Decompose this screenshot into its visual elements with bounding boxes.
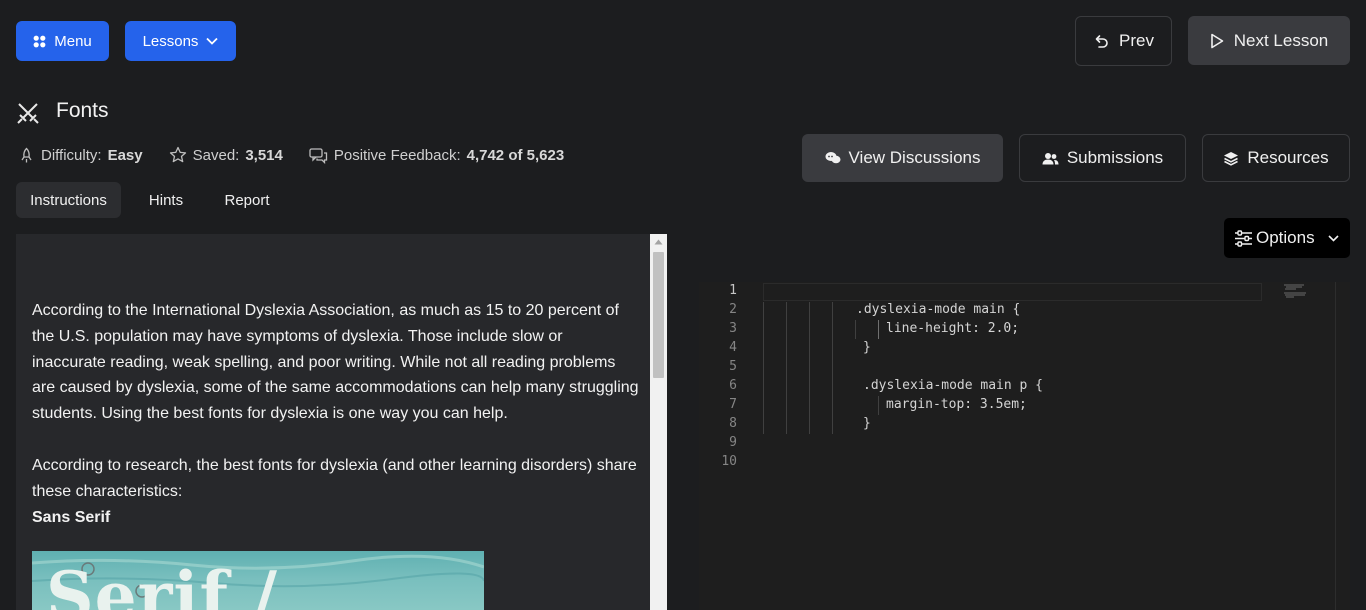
tab-report[interactable]: Report xyxy=(211,182,283,218)
code-text: line-height: 2.0; xyxy=(886,321,1020,336)
line-number: 9 xyxy=(729,435,737,450)
saved-label: Saved: xyxy=(192,146,240,164)
code-line: 5 xyxy=(699,359,1350,378)
chat-icon xyxy=(825,152,841,164)
code-editor[interactable]: 1 2 .dyslexia-mode main { 3 line-height:… xyxy=(699,282,1350,610)
line-number: 2 xyxy=(729,302,737,317)
view-discussions-label: View Discussions xyxy=(848,148,981,167)
scrollbar-thumb[interactable] xyxy=(653,252,664,378)
line-number: 5 xyxy=(729,359,737,374)
code-text: margin-top: 3.5em; xyxy=(886,397,1027,412)
options-button[interactable]: Options xyxy=(1224,218,1350,258)
star-icon xyxy=(169,146,186,163)
prev-button[interactable]: Prev xyxy=(1075,16,1172,66)
chevron-down-icon xyxy=(1328,234,1339,242)
menu-label: Menu xyxy=(54,32,92,50)
users-icon xyxy=(1042,152,1059,164)
line-number: 1 xyxy=(729,283,737,298)
difficulty-label: Difficulty: xyxy=(41,146,102,164)
next-lesson-button[interactable]: Next Lesson xyxy=(1188,16,1350,65)
line-number: 4 xyxy=(729,340,737,355)
code-line: 3 line-height: 2.0; xyxy=(699,321,1350,340)
code-line: 4 } xyxy=(699,340,1350,359)
lessons-dropdown[interactable]: Lessons xyxy=(125,21,236,61)
code-line: 6 .dyslexia-mode main p { xyxy=(699,378,1350,397)
line-number: 3 xyxy=(729,321,737,336)
code-text: .dyslexia-mode main { xyxy=(856,302,1021,317)
crossed-swords-icon xyxy=(17,103,39,124)
saved-value: 3,514 xyxy=(245,146,283,164)
feedback-label: Positive Feedback: xyxy=(333,146,461,164)
scroll-up-arrow-icon[interactable] xyxy=(654,239,663,245)
chevron-down-icon xyxy=(206,37,219,45)
line-number: 10 xyxy=(721,454,737,469)
line-number: 7 xyxy=(729,397,737,412)
instructions-paragraph: According to the International Dyslexia … xyxy=(32,302,639,423)
options-label: Options xyxy=(1256,228,1315,247)
submissions-button[interactable]: Submissions xyxy=(1019,134,1186,182)
tab-instructions[interactable]: Instructions xyxy=(16,182,121,218)
code-line: 9 xyxy=(699,435,1350,454)
instructions-paragraph: According to research, the best fonts fo… xyxy=(32,457,637,500)
sliders-icon xyxy=(1235,229,1252,247)
lessons-label: Lessons xyxy=(142,32,199,50)
layers-icon xyxy=(1224,151,1239,166)
rocket-icon xyxy=(21,147,32,162)
tab-hints[interactable]: Hints xyxy=(137,182,195,218)
serif-image-text: Serif / xyxy=(46,557,278,610)
feedback-value: 4,742 of 5,623 xyxy=(466,146,565,164)
code-line: 2 .dyslexia-mode main { xyxy=(699,302,1350,321)
code-line: 1 xyxy=(699,283,1350,302)
section-heading: Sans Serif xyxy=(32,509,111,526)
editor-scrollbar[interactable] xyxy=(1335,282,1336,610)
page-title: Fonts xyxy=(56,99,109,122)
grid-icon xyxy=(33,35,46,47)
code-text: .dyslexia-mode main p { xyxy=(863,378,1044,393)
resources-button[interactable]: Resources xyxy=(1202,134,1350,182)
menu-button[interactable]: Menu xyxy=(16,21,109,61)
play-icon xyxy=(1210,33,1224,48)
chat-bubbles-icon xyxy=(309,147,328,164)
instructions-scrollbar[interactable] xyxy=(650,234,667,610)
code-text: } xyxy=(863,416,871,431)
code-line: 10 xyxy=(699,454,1350,473)
prev-label: Prev xyxy=(1119,31,1154,50)
code-line: 7 margin-top: 3.5em; xyxy=(699,397,1350,416)
difficulty-value: Easy xyxy=(107,146,143,164)
instructions-panel: According to the International Dyslexia … xyxy=(16,234,650,610)
next-lesson-label: Next Lesson xyxy=(1233,30,1329,50)
editor-minimap[interactable] xyxy=(1284,284,1314,298)
lesson-meta: Difficulty: Easy Saved: 3,514 Positive F… xyxy=(18,145,564,165)
resources-label: Resources xyxy=(1247,148,1329,167)
view-discussions-button[interactable]: View Discussions xyxy=(802,134,1003,182)
code-text: } xyxy=(863,340,871,355)
code-line: 8 } xyxy=(699,416,1350,435)
line-number: 8 xyxy=(729,416,737,431)
undo-icon xyxy=(1095,35,1108,48)
submissions-label: Submissions xyxy=(1066,148,1164,167)
serif-example-image: Serif / xyxy=(32,551,484,610)
line-number: 6 xyxy=(729,378,737,393)
